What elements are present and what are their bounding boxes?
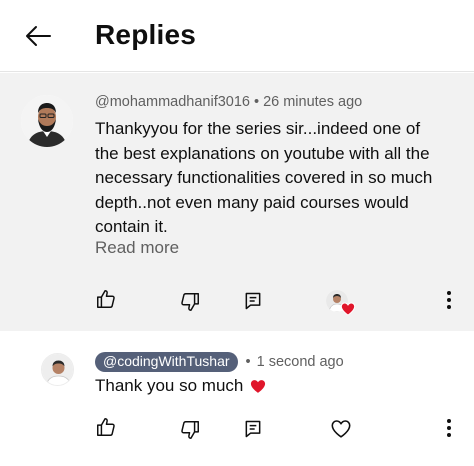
thumbs-down-icon: [181, 421, 199, 439]
reply-reply-button[interactable]: [240, 416, 266, 442]
thumbs-up-icon: [97, 290, 115, 308]
meta-separator: •: [253, 94, 260, 110]
heart-button[interactable]: [328, 416, 354, 442]
reply-icon: [245, 292, 261, 310]
reply-author-chip[interactable]: @codingWithTushar: [95, 352, 238, 372]
comment-time: 26 minutes ago: [263, 94, 363, 110]
dislike-button[interactable]: [177, 289, 203, 315]
reply-dislike-button[interactable]: [177, 417, 203, 443]
reply-like-button[interactable]: [93, 414, 119, 440]
comment-author[interactable]: @mohammadhanif3016: [95, 94, 250, 110]
thumbs-down-icon: [181, 293, 199, 311]
reply-button[interactable]: [240, 288, 266, 314]
creator-avatar-image: [42, 354, 73, 385]
reply-avatar[interactable]: [41, 353, 74, 386]
reply-text: Thank you so much: [95, 376, 244, 395]
user-avatar-image: [21, 95, 73, 147]
reply-text-row: Thank you so much: [95, 376, 267, 396]
more-vertical-icon: [447, 419, 451, 423]
avatar[interactable]: [21, 95, 73, 147]
more-dot: [447, 426, 451, 430]
reply-icon: [245, 420, 261, 438]
parent-comment: @mohammadhanif3016 • 26 minutes ago Thanky…: [0, 73, 474, 331]
reply-time-wrapper: • 1 second ago: [246, 354, 344, 370]
page-title: Replies: [95, 19, 196, 50]
comment-meta: @mohammadhanif3016 • 26 minutes ago: [95, 94, 362, 110]
red-heart-emoji-icon: [251, 379, 266, 393]
thumbs-up-icon: [97, 418, 115, 436]
reply-meta: @codingWithTushar • 1 second ago: [95, 352, 344, 372]
more-dot: [447, 305, 451, 309]
more-options-button[interactable]: [441, 287, 457, 313]
more-vertical-icon: [447, 291, 451, 295]
more-dot: [447, 298, 451, 302]
meta-separator: •: [245, 354, 251, 370]
more-dot: [447, 433, 451, 437]
like-button[interactable]: [93, 286, 119, 312]
read-more-link[interactable]: Read more: [95, 238, 179, 258]
arrow-left-icon: [26, 26, 51, 46]
back-button[interactable]: [22, 20, 54, 52]
reply-more-options-button[interactable]: [441, 415, 457, 441]
reply-time: 1 second ago: [256, 354, 344, 370]
creator-heart-icon: [340, 302, 356, 316]
heart-outline-icon: [331, 420, 351, 438]
app-header: Replies: [0, 0, 474, 72]
creator-heart-badge[interactable]: [326, 290, 356, 318]
comment-text: Thankyyou for the series sir...indeed on…: [95, 119, 433, 236]
